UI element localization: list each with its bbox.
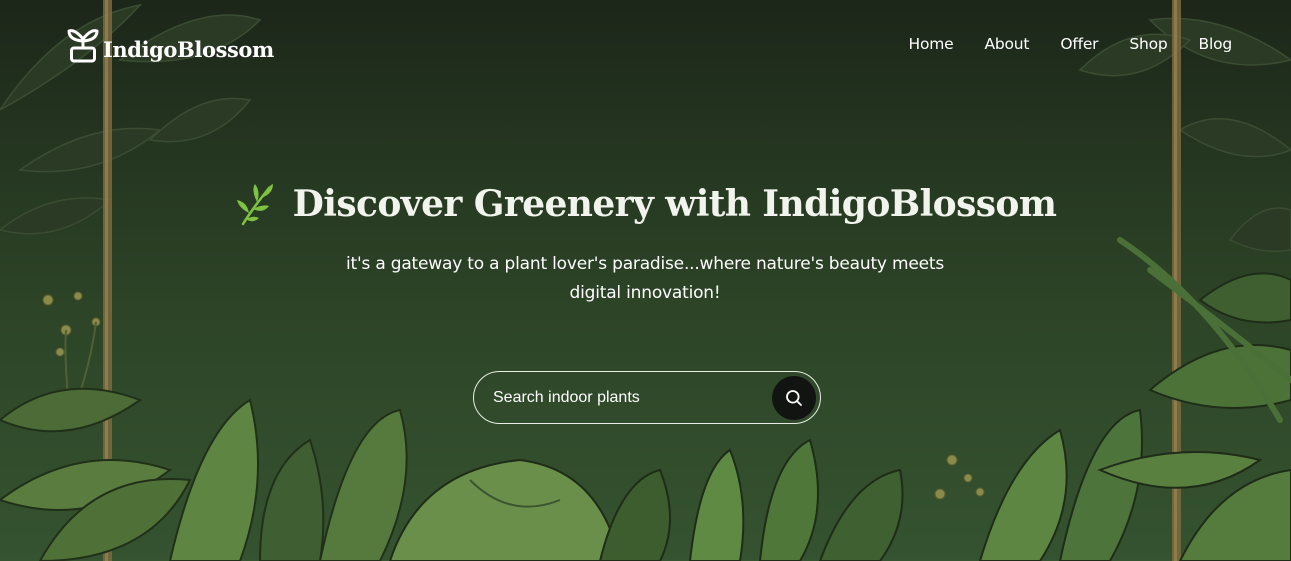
nav-home[interactable]: Home: [909, 35, 954, 53]
nav-about[interactable]: About: [984, 35, 1029, 53]
search-icon: [786, 389, 802, 406]
nav-blog[interactable]: Blog: [1199, 35, 1233, 53]
site-header: IndigoBlossom Home About Offer Shop Blog: [0, 0, 1291, 92]
hero-tagline: it's a gateway to a plant lover's paradi…: [346, 254, 944, 303]
hero-section: IndigoBlossom Home About Offer Shop Blog…: [0, 0, 1291, 561]
search-input[interactable]: [493, 384, 763, 412]
brand-name: IndigoBlossom: [103, 36, 274, 62]
search-button[interactable]: [772, 375, 816, 420]
headline-row: Discover Greenery with IndigoBlossom: [0, 182, 1291, 226]
page-title: Discover Greenery with IndigoBlossom: [292, 183, 1057, 225]
nav-offer[interactable]: Offer: [1060, 35, 1098, 53]
main-nav: Home About Offer Shop Blog: [909, 35, 1233, 53]
logo[interactable]: IndigoBlossom: [66, 27, 274, 65]
nav-shop[interactable]: Shop: [1129, 35, 1167, 53]
leaf-branch-icon: [236, 184, 273, 226]
search-bar: [473, 371, 821, 424]
potted-sprout-icon: [67, 29, 99, 63]
